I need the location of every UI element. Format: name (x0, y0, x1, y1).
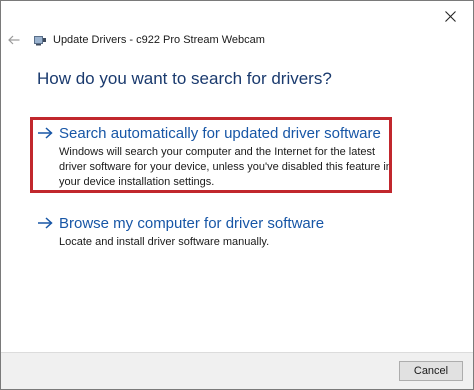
search-automatically-label[interactable]: Search automatically for updated driver … (59, 125, 381, 142)
navigation-row: Update Drivers - c922 Pro Stream Webcam (1, 29, 473, 51)
page-heading: How do you want to search for drivers? (37, 69, 332, 88)
device-manager-icon (34, 36, 46, 46)
option-title-row: Browse my computer for driver software (37, 213, 437, 233)
option-title-row: Search automatically for updated driver … (37, 123, 437, 143)
close-icon (444, 10, 456, 22)
right-arrow-icon (38, 127, 53, 139)
right-arrow-icon (38, 217, 53, 229)
back-button[interactable] (1, 29, 27, 51)
browse-computer-label[interactable]: Browse my computer for driver software (59, 215, 324, 232)
back-arrow-icon (8, 35, 20, 45)
browse-computer-option[interactable]: Browse my computer for driver software L… (37, 213, 437, 250)
dialog-footer: Cancel (1, 352, 473, 389)
window-title: Update Drivers - c922 Pro Stream Webcam (53, 34, 265, 46)
close-button[interactable] (427, 1, 473, 31)
cancel-button[interactable]: Cancel (399, 361, 463, 381)
search-automatically-option[interactable]: Search automatically for updated driver … (37, 123, 437, 190)
browse-computer-description: Locate and install driver software manua… (59, 236, 270, 248)
update-drivers-dialog: Update Drivers - c922 Pro Stream Webcam … (0, 0, 474, 390)
search-automatically-description: Windows will search your computer and th… (59, 146, 392, 188)
